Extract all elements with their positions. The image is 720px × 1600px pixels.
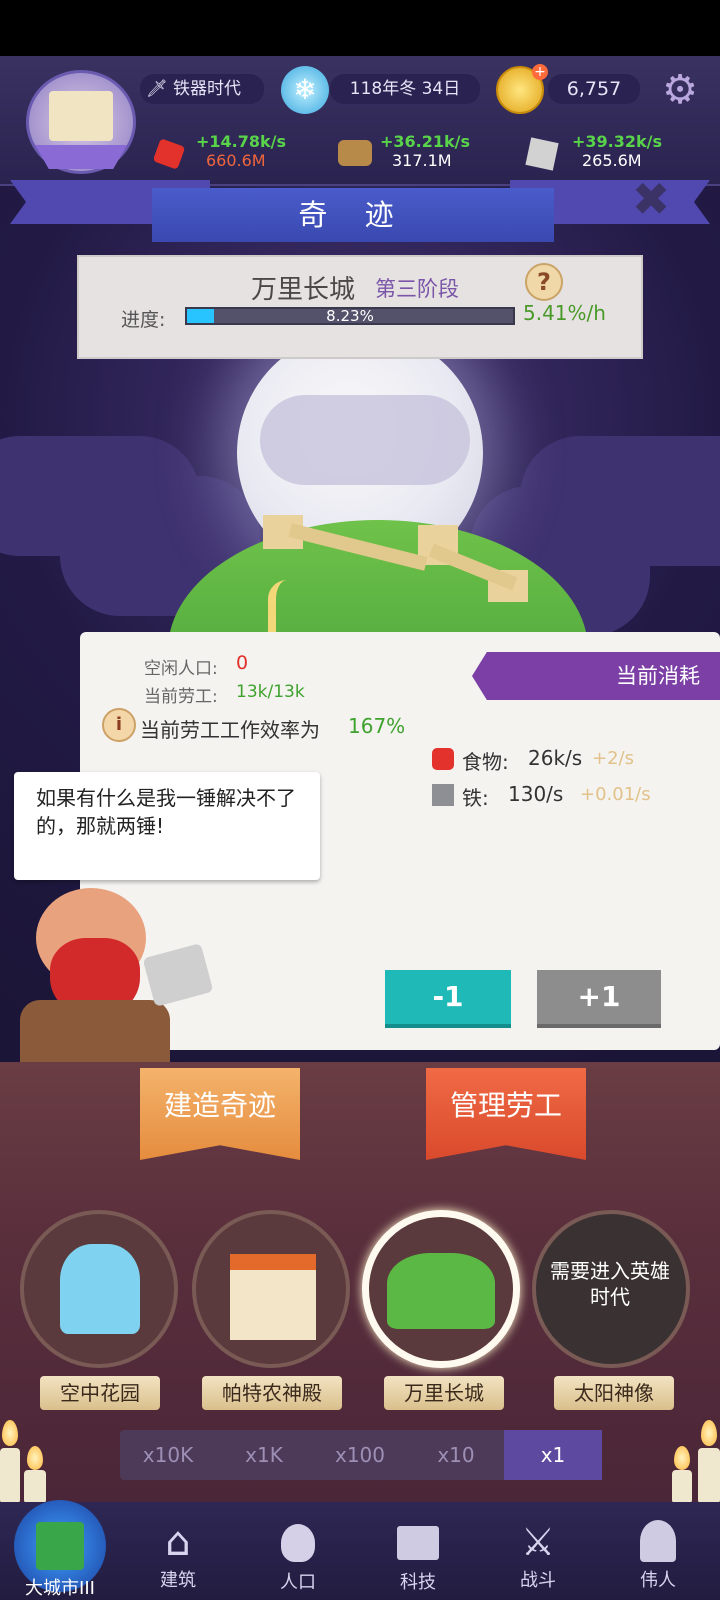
multiplier-x1k[interactable]: x1K <box>216 1430 312 1480</box>
increase-workers-button[interactable]: +1 <box>537 970 661 1028</box>
candle-right <box>672 1470 692 1504</box>
nav-population[interactable]: 人口 <box>248 1508 348 1598</box>
crossed-swords-icon: ⚔ <box>520 1520 556 1564</box>
help-icon[interactable]: ? <box>525 263 563 301</box>
wonder-progress-card: 万里长城 第三阶段 ? 进度: 8.23% 5.41%/h <box>77 255 643 359</box>
date-pill: 118年冬 34日 <box>330 74 480 104</box>
nav-buildings[interactable]: ⌂ 建筑 <box>128 1508 228 1598</box>
apple-icon <box>432 748 454 770</box>
multiplier-x10k[interactable]: x10K <box>120 1430 216 1480</box>
gear-icon[interactable]: ⚙ <box>658 68 702 112</box>
snowflake-icon: ❄ <box>281 66 329 114</box>
gold-amount: 6,757 <box>566 78 622 100</box>
progress-rate: 5.41%/h <box>523 301 606 325</box>
bust-icon <box>640 1520 676 1562</box>
progress-label: 进度: <box>121 309 166 331</box>
nav-tech[interactable]: 科技 <box>368 1508 468 1598</box>
book-icon <box>397 1526 439 1560</box>
resource-food: +14.78k/s 660.6M <box>152 132 316 172</box>
status-bar <box>0 0 720 56</box>
house-icon: ⌂ <box>165 1519 191 1565</box>
wonder-label-colossus: 太阳神像 <box>554 1376 674 1410</box>
iron-ore-icon <box>525 137 559 171</box>
multiplier-x1[interactable]: x1 <box>504 1430 602 1480</box>
nav-great-people[interactable]: 伟人 <box>608 1508 708 1598</box>
city-avatar[interactable] <box>26 70 136 174</box>
resource-iron: +39.32k/s 265.6M <box>525 132 688 172</box>
castle-icon <box>49 91 113 141</box>
era-label: 铁器时代 <box>173 79 241 99</box>
wonder-colossus[interactable]: 需要进入英雄时代 <box>532 1210 690 1368</box>
wonder-label-parthenon: 帕特农神殿 <box>202 1376 342 1410</box>
current-consumption-title: 当前消耗 <box>472 652 720 700</box>
wonder-great-wall[interactable] <box>362 1210 520 1368</box>
log-icon <box>338 140 372 166</box>
castle-icon <box>36 1522 84 1570</box>
efficiency-value: 167% <box>348 714 406 738</box>
apple-icon <box>152 138 186 170</box>
panel-title: 奇 迹 <box>152 188 554 242</box>
wonder-parthenon[interactable] <box>192 1210 350 1368</box>
nav-battle[interactable]: ⚔ 战斗 <box>488 1508 588 1598</box>
idle-label: 空闲人口: <box>144 659 218 679</box>
candle-left <box>0 1448 20 1504</box>
info-icon: i <box>102 708 136 742</box>
efficiency-label: 当前劳工工作效率为 <box>140 718 320 742</box>
dwarf-character <box>10 880 220 1070</box>
resource-wood: +36.21k/s 317.1M <box>338 132 498 172</box>
era-pill: 🗡 铁器时代 <box>140 74 264 104</box>
progress-bar: 8.23% <box>185 307 515 325</box>
gold-pill: 6,757 <box>548 74 640 104</box>
person-icon <box>281 1524 315 1562</box>
iron-ore-icon <box>432 784 454 806</box>
idle-value: 0 <box>236 652 249 674</box>
wonder-name: 万里长城 <box>251 275 356 305</box>
multiplier-x100[interactable]: x100 <box>312 1430 408 1480</box>
wonder-label-hanging-gardens: 空中花园 <box>40 1376 160 1410</box>
nav-city[interactable]: 大城市III <box>10 1508 110 1599</box>
current-workers-label: 当前劳工: <box>144 687 218 707</box>
wonder-stage: 第三阶段 <box>375 277 459 301</box>
consume-food-row: 食物: 26k/s +2/s <box>432 744 692 774</box>
locked-text: 需要进入英雄时代 <box>550 1259 670 1309</box>
decrease-workers-button[interactable]: -1 <box>385 970 511 1028</box>
sword-icon: 🗡 <box>146 79 168 99</box>
date-label: 118年冬 34日 <box>349 79 461 99</box>
close-icon[interactable]: ✖ <box>628 176 674 222</box>
wonder-hanging-gardens[interactable] <box>20 1210 178 1368</box>
progress-percent: 8.23% <box>326 307 374 325</box>
multiplier-x10[interactable]: x10 <box>408 1430 504 1480</box>
current-workers-value: 13k/13k <box>236 682 305 702</box>
multiplier-selector: x10K x1K x100 x10 x1 <box>120 1430 602 1480</box>
plus-icon: + <box>532 64 548 80</box>
hammer-icon <box>142 943 214 1007</box>
consume-iron-row: 铁: 130/s +0.01/s <box>432 780 692 810</box>
speech-bubble: 如果有什么是我一锤解决不了的，那就两锤! <box>14 772 320 880</box>
wonder-label-great-wall: 万里长城 <box>384 1376 504 1410</box>
